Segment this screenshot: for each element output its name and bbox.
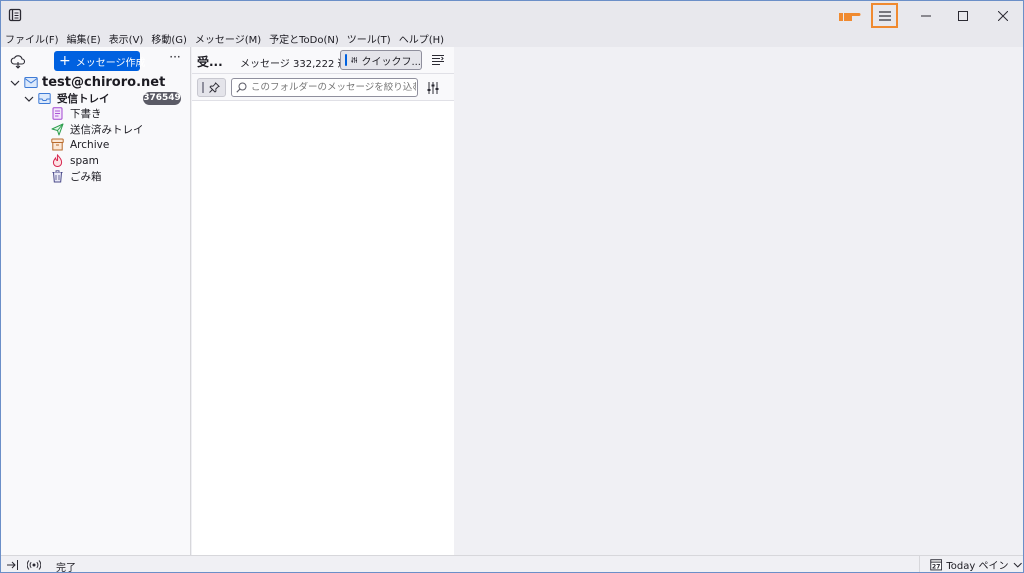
- inbox-icon: [38, 93, 51, 104]
- calendar-icon: 27: [930, 559, 943, 571]
- menu-edit[interactable]: 編集(E): [67, 31, 101, 46]
- minimize-button[interactable]: [906, 1, 946, 30]
- compose-button[interactable]: + メッセージ作成: [54, 51, 146, 71]
- chevron-down-icon: [1014, 562, 1023, 568]
- menu-view[interactable]: 表示(V): [109, 31, 144, 46]
- address-book-icon[interactable]: [8, 8, 22, 22]
- chevron-down-icon[interactable]: [23, 93, 35, 105]
- menu-message[interactable]: メッセージ(M): [195, 31, 261, 46]
- menu-file[interactable]: ファイル(F): [5, 31, 59, 46]
- display-options-icon[interactable]: [432, 54, 444, 66]
- drafts-icon: [52, 107, 63, 120]
- filter-sliders-icon: [351, 56, 358, 64]
- compose-label: メッセージ作成: [75, 57, 146, 69]
- app-menu-button[interactable]: [871, 3, 898, 28]
- pointing-hand-icon: [839, 13, 861, 21]
- menu-events-tasks[interactable]: 予定とToDo(N): [269, 31, 339, 46]
- folder-row-drafts[interactable]: 下書き: [51, 106, 102, 121]
- menu-go[interactable]: 移動(G): [151, 31, 187, 46]
- sent-icon: [51, 123, 64, 136]
- filter-options-icon[interactable]: [427, 82, 439, 94]
- spam-icon: [52, 154, 63, 167]
- sticky-filter-button[interactable]: [197, 78, 226, 97]
- hamburger-icon: [878, 10, 891, 21]
- search-icon: [236, 82, 247, 93]
- status-text: 完了: [56, 563, 76, 573]
- folder-row-archive[interactable]: Archive: [51, 138, 109, 151]
- folder-row-trash[interactable]: ごみ箱: [51, 169, 102, 184]
- svg-text:27: 27: [932, 564, 941, 571]
- trash-icon: [52, 170, 63, 183]
- toggle-indicator: [202, 82, 204, 93]
- menu-bar: ファイル(F) 編集(E) 表示(V) 移動(G) メッセージ(M) 予定とTo…: [1, 30, 1023, 47]
- get-messages-icon[interactable]: [10, 55, 26, 69]
- folder-title: 受...: [197, 55, 223, 69]
- quick-filter-label: クイックフ...: [361, 56, 421, 68]
- thread-pane: 受... メッセージ 332,222 通 クイックフ...: [192, 47, 454, 555]
- maximize-icon: [958, 10, 968, 21]
- collapse-sidebar-icon[interactable]: [7, 559, 19, 571]
- close-button[interactable]: [983, 1, 1023, 30]
- message-preview-pane: [455, 47, 1023, 555]
- folder-row-inbox[interactable]: 受信トレイ: [23, 91, 110, 106]
- title-bar: [1, 1, 1023, 30]
- archive-icon: [51, 138, 64, 151]
- filter-search-field[interactable]: [231, 78, 418, 97]
- inbox-label: 受信トレイ: [57, 93, 110, 105]
- today-pane-button[interactable]: 27 Today ペイン: [919, 556, 1023, 572]
- folder-pane-more-button[interactable]: ···: [167, 51, 183, 68]
- thread-pane-header: 受... メッセージ 332,222 通 クイックフ...: [192, 47, 454, 73]
- folder-label: spam: [70, 154, 99, 167]
- quick-filter-bar: [192, 73, 454, 101]
- menu-help[interactable]: ヘルプ(H): [399, 31, 444, 46]
- menu-tools[interactable]: ツール(T): [347, 31, 391, 46]
- toggle-indicator: [345, 54, 347, 66]
- folder-row-sent[interactable]: 送信済みトレイ: [51, 122, 144, 137]
- plus-icon: +: [59, 53, 71, 69]
- close-icon: [998, 10, 1008, 21]
- app-window: ファイル(F) 編集(E) 表示(V) 移動(G) メッセージ(M) 予定とTo…: [0, 0, 1024, 573]
- quick-filter-button[interactable]: クイックフ...: [340, 50, 422, 70]
- folder-label: ごみ箱: [70, 171, 102, 183]
- unread-count-badge: 376549: [143, 92, 181, 105]
- account-name: test@chiroro.net: [42, 75, 166, 90]
- folder-label: 送信済みトレイ: [70, 124, 144, 136]
- message-count: メッセージ 332,222 通: [240, 59, 348, 70]
- maximize-button[interactable]: [943, 1, 983, 30]
- status-bar: 完了 27 Today ペイン: [1, 555, 1023, 573]
- folder-pane: + メッセージ作成 ··· test@chiroro.net 受信トレイ 376…: [1, 47, 191, 555]
- filter-search-input[interactable]: [251, 82, 416, 93]
- message-list[interactable]: [192, 101, 454, 555]
- folder-label: 下書き: [70, 108, 102, 120]
- folder-label: Archive: [70, 138, 110, 151]
- folder-row-spam[interactable]: spam: [51, 154, 99, 167]
- account-row[interactable]: test@chiroro.net: [9, 75, 165, 90]
- today-pane-label: Today ペイン: [946, 561, 1009, 572]
- minimize-icon: [921, 15, 931, 16]
- pin-icon: [209, 82, 220, 93]
- email-account-icon: [24, 77, 38, 88]
- chevron-down-icon[interactable]: [9, 77, 21, 89]
- online-status-icon[interactable]: [27, 559, 41, 571]
